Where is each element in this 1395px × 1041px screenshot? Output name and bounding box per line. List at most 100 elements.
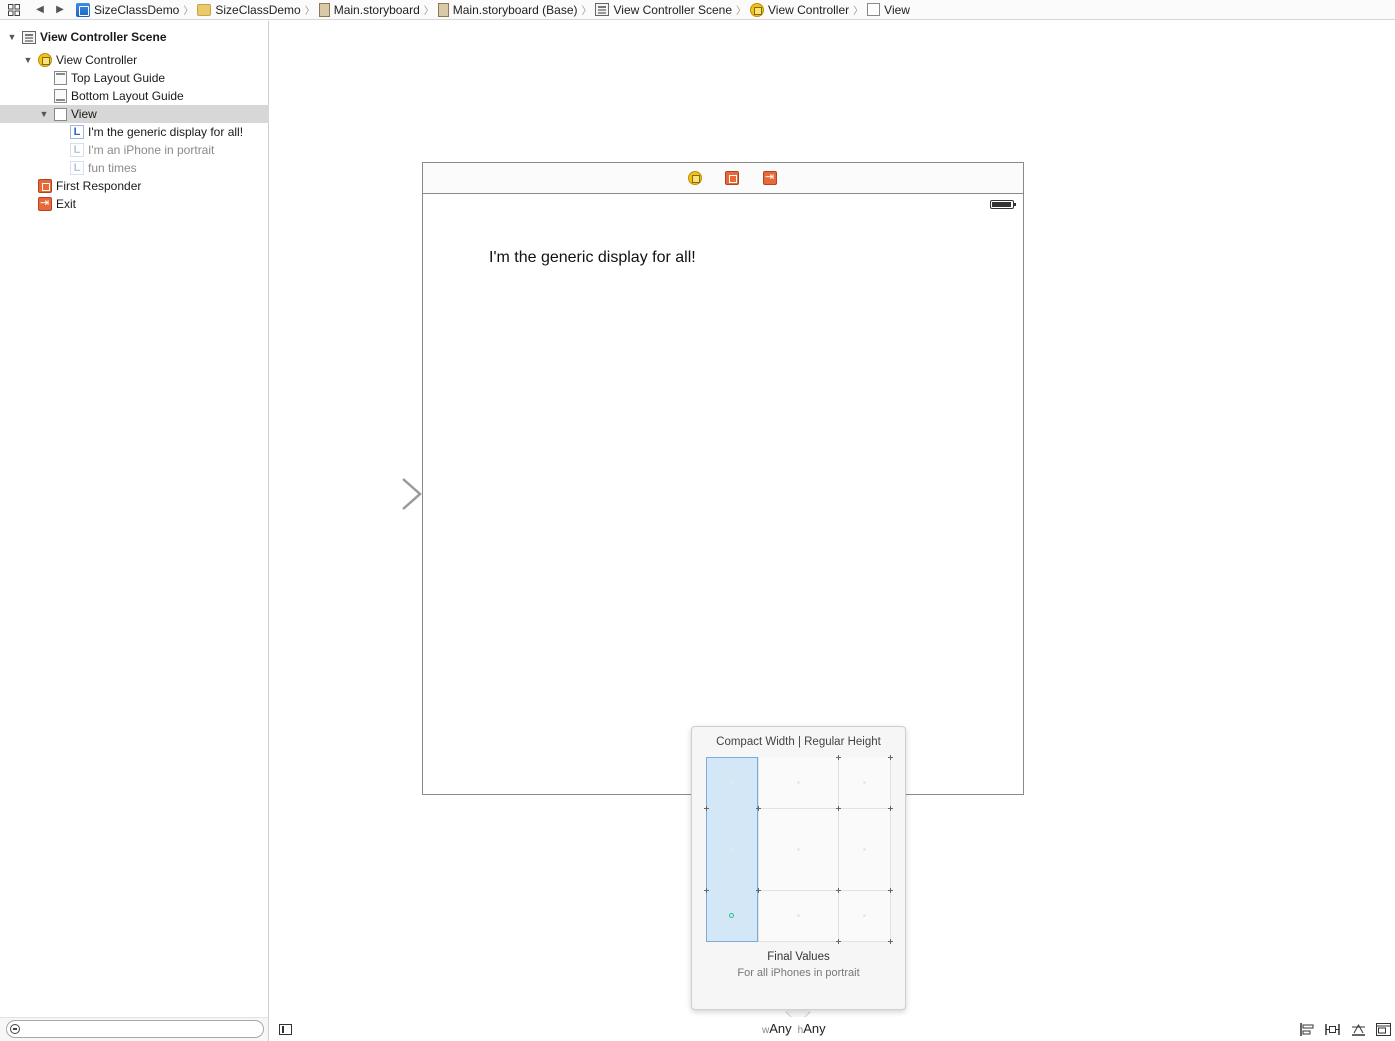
disclosure-triangle-icon[interactable]: ▼ [22, 55, 34, 65]
breadcrumb-view-controller[interactable]: View Controller 〉 [750, 1, 867, 19]
size-class-popover: Compact Width | Regular Height Final Val… [691, 726, 906, 1010]
grid-plus-icon [836, 755, 841, 760]
grid-dot [863, 781, 866, 784]
grid-dot [730, 781, 733, 784]
breadcrumb-view[interactable]: View [867, 1, 910, 19]
outline-item-view[interactable]: ▼ View [0, 105, 269, 123]
view-controller-icon [750, 2, 764, 17]
outline-item-label: I'm the generic display for all! [88, 125, 244, 139]
breadcrumb-label: View Controller [768, 2, 850, 17]
grid-dot [797, 781, 800, 784]
grid-plus-icon [888, 755, 893, 760]
breadcrumb-label: SizeClassDemo [94, 2, 180, 17]
battery-icon [990, 200, 1016, 209]
resizing-behavior-icon[interactable] [1376, 1023, 1391, 1036]
jump-bar: ◀ ▶ SizeClassDemo 〉 SizeClassDemo 〉 Main… [0, 0, 1395, 20]
outline-item-first-responder[interactable]: First Responder [0, 177, 269, 195]
outline-footer [0, 1017, 269, 1041]
label-icon: L [70, 161, 84, 175]
label-icon: L [70, 143, 84, 157]
breadcrumb-scene[interactable]: View Controller Scene 〉 [595, 1, 750, 19]
outline-item-top-layout-guide[interactable]: Top Layout Guide [0, 69, 269, 87]
chevron-right-icon: 〉 [423, 6, 434, 17]
grid-plus-icon [756, 888, 761, 893]
final-values-description: For all iPhones in portrait [737, 967, 860, 979]
outline-item-label: Exit [56, 197, 77, 211]
chevron-right-icon: 〉 [736, 6, 746, 17]
exit-icon[interactable] [763, 170, 777, 185]
grid-plus-icon [836, 888, 841, 893]
forward-arrow-icon[interactable]: ▶ [50, 1, 70, 19]
size-class-button[interactable]: wAny hAny [762, 1021, 832, 1036]
document-outline: ▼ View Controller Scene ▼ View Controlle… [0, 21, 269, 1017]
top-layout-guide-icon [54, 71, 67, 85]
grid-dot [797, 848, 800, 851]
breadcrumb-label: View Controller Scene [613, 2, 732, 17]
popover-title: Compact Width | Regular Height [716, 736, 881, 748]
width-value: Any [769, 1021, 792, 1036]
toggle-outline-icon[interactable] [279, 1024, 292, 1035]
outline-item-label: fun times [88, 161, 137, 175]
exit-icon [38, 196, 52, 211]
pin-icon[interactable] [1325, 1023, 1340, 1036]
outline-item-label: Top Layout Guide [71, 71, 166, 85]
outline-item-label: View [71, 107, 97, 121]
outline-item-fun-times-label[interactable]: L fun times [0, 159, 269, 177]
related-items-icon[interactable] [4, 1, 24, 19]
grid-dot [797, 914, 800, 917]
grid-dot [730, 848, 733, 851]
view-controller-icon [38, 53, 52, 67]
outline-item-view-controller[interactable]: ▼ View Controller [0, 51, 269, 69]
outline-item-exit[interactable]: Exit [0, 195, 269, 213]
grid-plus-icon [888, 806, 893, 811]
grid-plus-icon [888, 888, 893, 893]
chevron-right-icon: 〉 [853, 6, 864, 17]
final-values-title: Final Values [767, 951, 830, 963]
view-controller-scene[interactable]: I'm the generic display for all! [422, 162, 1024, 795]
view-controller-icon[interactable] [688, 171, 702, 185]
grid-plus-icon [836, 939, 841, 944]
disclosure-triangle-icon[interactable]: ▼ [6, 32, 18, 42]
outline-item-bottom-layout-guide[interactable]: Bottom Layout Guide [0, 87, 269, 105]
outline-item-view-controller-scene[interactable]: ▼ View Controller Scene [0, 28, 269, 46]
grid-plus-icon [704, 888, 709, 893]
project-icon [76, 2, 90, 17]
disclosure-triangle-icon[interactable]: ▼ [38, 109, 50, 119]
outline-item-label: View Controller Scene [40, 30, 167, 44]
first-responder-icon[interactable] [725, 171, 739, 185]
outline-item-iphone-label[interactable]: L I'm an iPhone in portrait [0, 141, 269, 159]
breadcrumb-folder[interactable]: SizeClassDemo 〉 [197, 1, 318, 19]
resolve-issues-icon[interactable] [1351, 1023, 1366, 1036]
grid-plus-icon [704, 806, 709, 811]
view-icon [54, 107, 67, 121]
initial-view-controller-arrow-icon[interactable] [325, 476, 423, 512]
breadcrumb-label: Main.storyboard [333, 2, 420, 17]
align-icon[interactable] [1300, 1023, 1315, 1036]
outline-item-generic-label[interactable]: L I'm the generic display for all! [0, 123, 269, 141]
height-value: Any [803, 1021, 826, 1036]
breadcrumb-label: Main.storyboard (Base) [452, 2, 578, 17]
scene-dock [423, 163, 1023, 194]
outline-item-label: First Responder [56, 179, 142, 193]
folder-icon [197, 4, 212, 16]
back-arrow-icon[interactable]: ◀ [30, 1, 50, 19]
grid-plus-icon [836, 806, 841, 811]
chevron-right-icon: 〉 [183, 6, 194, 17]
breadcrumb-project[interactable]: SizeClassDemo 〉 [76, 1, 197, 19]
outline-item-label: Bottom Layout Guide [71, 89, 184, 103]
generic-display-label[interactable]: I'm the generic display for all! [489, 249, 696, 267]
filter-icon [10, 1024, 20, 1034]
canvas-bottom-bar: wAny hAny [270, 1017, 1395, 1041]
breadcrumb-storyboard-base[interactable]: Main.storyboard (Base) 〉 [437, 1, 596, 19]
size-class-grid[interactable] [704, 755, 893, 944]
outline-filter-input[interactable] [6, 1020, 264, 1038]
outline-item-label: I'm an iPhone in portrait [88, 143, 215, 157]
selected-size-class-dot [729, 913, 734, 918]
outline-item-label: View Controller [56, 53, 138, 67]
breadcrumb-storyboard[interactable]: Main.storyboard 〉 [318, 1, 438, 19]
grid-dot [863, 848, 866, 851]
scene-icon [595, 3, 610, 16]
breadcrumb-label: SizeClassDemo [215, 2, 301, 17]
bottom-layout-guide-icon [54, 89, 67, 103]
grid-plus-icon [888, 939, 893, 944]
